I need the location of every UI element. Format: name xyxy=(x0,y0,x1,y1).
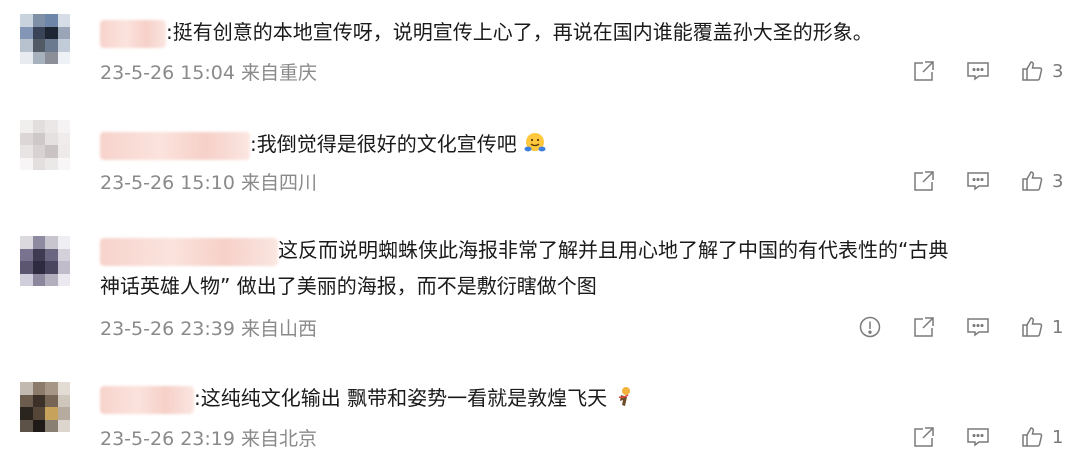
thumbs-up-icon xyxy=(1022,317,1043,337)
report-button[interactable] xyxy=(858,315,882,339)
dancer-emoji xyxy=(613,384,637,420)
share-button[interactable] xyxy=(912,425,936,449)
reply-button[interactable] xyxy=(966,169,990,193)
share-button[interactable] xyxy=(912,169,936,193)
like-count: 1 xyxy=(1052,316,1064,338)
like-count: 1 xyxy=(1052,426,1064,448)
comment-text: 这反而说明蜘蛛侠此海报非常了解并且用心地了解了中国的有代表性的“古典 xyxy=(278,238,949,262)
share-icon xyxy=(914,317,934,337)
share-button[interactable] xyxy=(912,59,936,83)
comment-icon xyxy=(967,62,989,81)
username-blurred[interactable] xyxy=(100,237,278,266)
comment-date: 23-5-26 23:19 xyxy=(100,428,235,450)
like-button[interactable]: 3 xyxy=(1020,59,1064,83)
share-icon xyxy=(914,427,934,447)
comment-date: 23-5-26 15:04 xyxy=(100,62,235,84)
report-icon xyxy=(859,316,881,338)
comment-date: 23-5-26 15:10 xyxy=(100,172,235,194)
avatar[interactable] xyxy=(20,120,70,170)
share-icon xyxy=(914,171,934,191)
comment-location: 来自山西 xyxy=(241,318,318,340)
share-button[interactable] xyxy=(912,315,936,339)
like-button[interactable]: 1 xyxy=(1020,315,1064,339)
thumbs-up-icon xyxy=(1022,427,1043,447)
comment-text: :我倒觉得是很好的文化宣传吧 xyxy=(250,132,517,156)
username-blurred[interactable] xyxy=(100,19,166,48)
comment-text: :这纯纯文化输出 飘带和姿势一看就是敦煌飞天 xyxy=(194,386,608,410)
avatar[interactable] xyxy=(20,236,70,286)
comment-location: 来自重庆 xyxy=(241,62,318,84)
reply-button[interactable] xyxy=(966,425,990,449)
comment-icon xyxy=(967,318,989,337)
comment-text-continued: 神话英雄人物” 做出了美丽的海报，而不是敷衍瞎做个图 xyxy=(100,274,597,298)
comment-date: 23-5-26 23:39 xyxy=(100,318,235,340)
reply-button[interactable] xyxy=(966,59,990,83)
comment-icon xyxy=(967,172,989,191)
like-button[interactable]: 1 xyxy=(1020,425,1064,449)
avatar[interactable] xyxy=(20,14,70,64)
reply-button[interactable] xyxy=(966,315,990,339)
comment-location: 来自四川 xyxy=(241,172,318,194)
hug-emoji xyxy=(523,130,547,166)
thumbs-up-icon xyxy=(1022,61,1043,81)
comment-location: 来自北京 xyxy=(241,428,318,450)
share-icon xyxy=(914,61,934,81)
like-count: 3 xyxy=(1052,170,1064,192)
username-blurred[interactable] xyxy=(100,385,194,414)
username-blurred[interactable] xyxy=(100,131,250,160)
comment-text: :挺有创意的本地宣传呀，说明宣传上心了，再说在国内谁能覆盖孙大圣的形象。 xyxy=(166,20,873,44)
thumbs-up-icon xyxy=(1022,171,1043,191)
comment-icon xyxy=(967,428,989,447)
like-count: 3 xyxy=(1052,60,1064,82)
avatar[interactable] xyxy=(20,382,70,432)
like-button[interactable]: 3 xyxy=(1020,169,1064,193)
